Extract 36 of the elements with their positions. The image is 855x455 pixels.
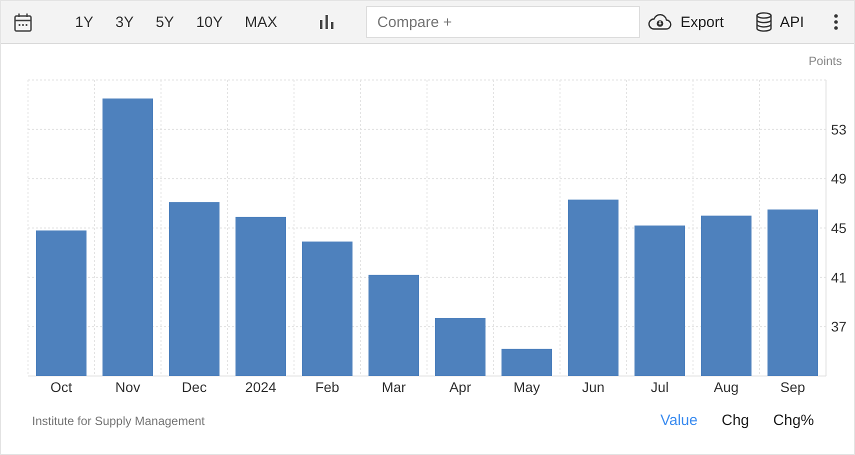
more-options-icon[interactable] bbox=[834, 14, 838, 30]
axis-category-label: Dec bbox=[182, 379, 207, 395]
range-button[interactable]: 5Y bbox=[148, 10, 182, 34]
export-button[interactable]: Export bbox=[646, 9, 726, 35]
api-button[interactable]: API bbox=[754, 8, 806, 36]
axis-category-label: Jun bbox=[582, 379, 605, 395]
axis-category-label: Feb bbox=[315, 379, 340, 395]
axis-category-label: Aug bbox=[714, 379, 739, 395]
mode-tab[interactable]: Chg% bbox=[763, 408, 824, 433]
axis-tick-label: 37 bbox=[831, 318, 847, 335]
bar bbox=[435, 318, 486, 376]
source-text: Institute for Supply Management bbox=[32, 414, 205, 428]
axis-category-label: 2024 bbox=[245, 379, 276, 395]
database-icon bbox=[756, 12, 772, 32]
range-button[interactable]: 10Y bbox=[189, 10, 230, 34]
axis-category-label: Mar bbox=[382, 379, 406, 395]
range-button[interactable]: 3Y bbox=[108, 10, 141, 34]
bar-chart-icon[interactable] bbox=[320, 15, 334, 29]
axis-category-label: Oct bbox=[50, 379, 72, 395]
mode-tab[interactable]: Chg bbox=[712, 408, 760, 433]
axis-tick-label: 41 bbox=[831, 269, 847, 286]
unit-label: Points bbox=[808, 54, 842, 70]
range-button[interactable]: 1Y bbox=[68, 10, 100, 34]
bar bbox=[502, 348, 552, 376]
compare-field[interactable]: Compare + bbox=[366, 6, 640, 38]
calendar-icon[interactable] bbox=[14, 12, 32, 32]
axis-category-label: Apr bbox=[449, 379, 472, 395]
axis-tick-label: 49 bbox=[831, 170, 847, 187]
axis-tick-label: 53 bbox=[831, 121, 847, 138]
range-button[interactable]: MAX bbox=[238, 10, 284, 34]
axis-category-label: Jul bbox=[650, 379, 669, 395]
axis-category-label: May bbox=[514, 379, 540, 395]
axis-category-label: Sep bbox=[780, 379, 806, 395]
axis-tick-label: 45 bbox=[831, 220, 847, 236]
cloud-download-icon bbox=[648, 13, 672, 31]
axis-category-label: Nov bbox=[115, 379, 140, 395]
